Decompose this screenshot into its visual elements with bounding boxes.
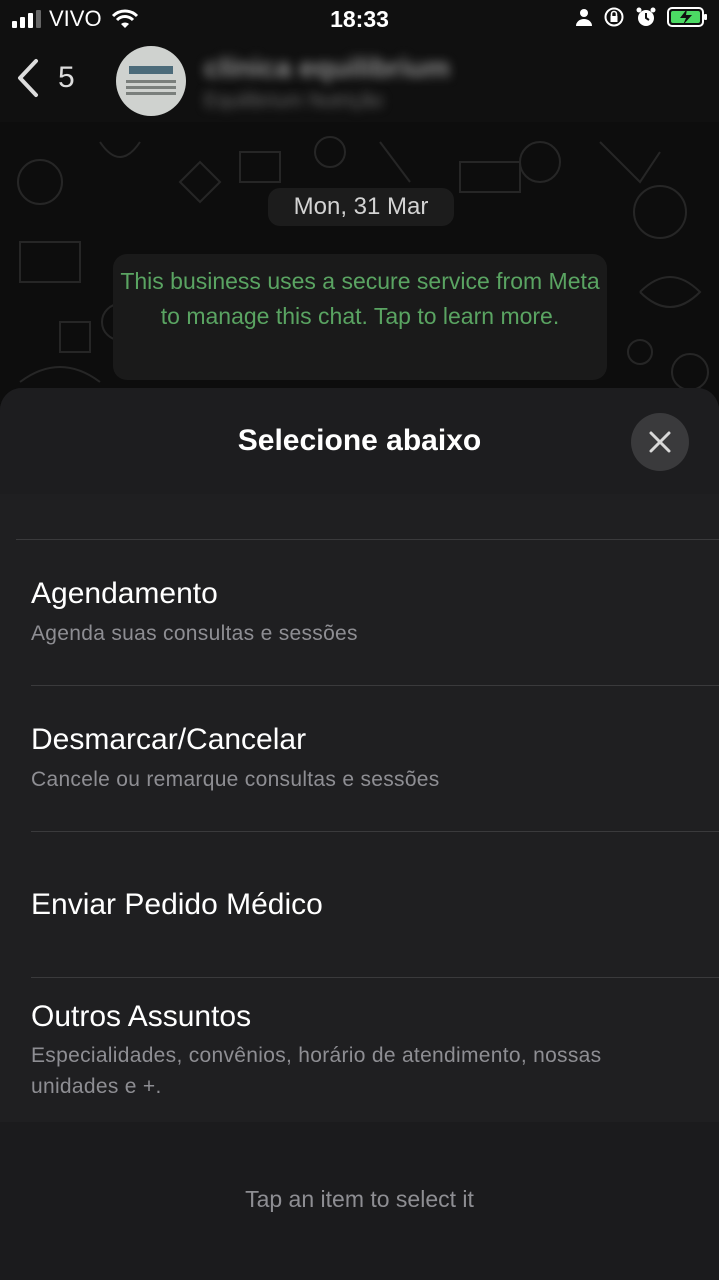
- footer-hint: Tap an item to select it: [245, 1186, 474, 1212]
- battery-charging-icon: [667, 7, 707, 27]
- chat-background: Mon, 31 Mar This business uses a secure …: [0, 122, 719, 412]
- person-icon: [576, 9, 592, 26]
- business-info-notice[interactable]: This business uses a secure service from…: [113, 254, 607, 380]
- unread-count: 5: [58, 61, 75, 94]
- list-item-agendamento[interactable]: Agendamento Agenda suas consultas e sess…: [0, 540, 719, 686]
- chevron-left-icon: [18, 59, 38, 97]
- status-bar: VIVO 18:33: [0, 0, 719, 40]
- sheet-title: Selecione abaixo: [237, 424, 482, 457]
- contact-name[interactable]: clínica equilibrium: [204, 52, 450, 84]
- option-description: Cancele ou remarque consultas e sessões: [31, 768, 440, 791]
- sheet-footer: Tap an item to select it: [0, 1122, 719, 1280]
- date-divider: Mon, 31 Mar: [268, 188, 454, 226]
- list-selection-sheet: Selecione abaixo Agendamento Agenda suas…: [0, 388, 719, 1280]
- list-item-outros-assuntos[interactable]: Outros Assuntos Especialidades, convênio…: [0, 978, 719, 1124]
- close-icon: [649, 431, 671, 453]
- close-button[interactable]: [631, 413, 689, 471]
- list-item-enviar-pedido-medico[interactable]: Enviar Pedido Médico: [0, 832, 719, 978]
- option-title: Outros Assuntos: [31, 1000, 252, 1033]
- option-description: Especialidades, convênios, horário de at…: [31, 1044, 602, 1098]
- option-title: Agendamento: [31, 577, 218, 610]
- chat-header: 5 clínica equilibrium Equilibrium Nutriç…: [0, 40, 719, 122]
- list-item-desmarcar-cancelar[interactable]: Desmarcar/Cancelar Cancele ou remarque c…: [0, 686, 719, 832]
- option-title: Enviar Pedido Médico: [31, 888, 323, 921]
- option-title: Desmarcar/Cancelar: [31, 723, 307, 756]
- orientation-lock-icon: [604, 7, 624, 27]
- alarm-icon: [636, 7, 656, 26]
- option-description: Agenda suas consultas e sessões: [31, 622, 358, 645]
- avatar[interactable]: [116, 46, 186, 116]
- back-button[interactable]: 5: [16, 58, 75, 98]
- contact-subtitle: Equilibrium Nutrição: [204, 90, 383, 112]
- sheet-header: Selecione abaixo: [0, 388, 719, 494]
